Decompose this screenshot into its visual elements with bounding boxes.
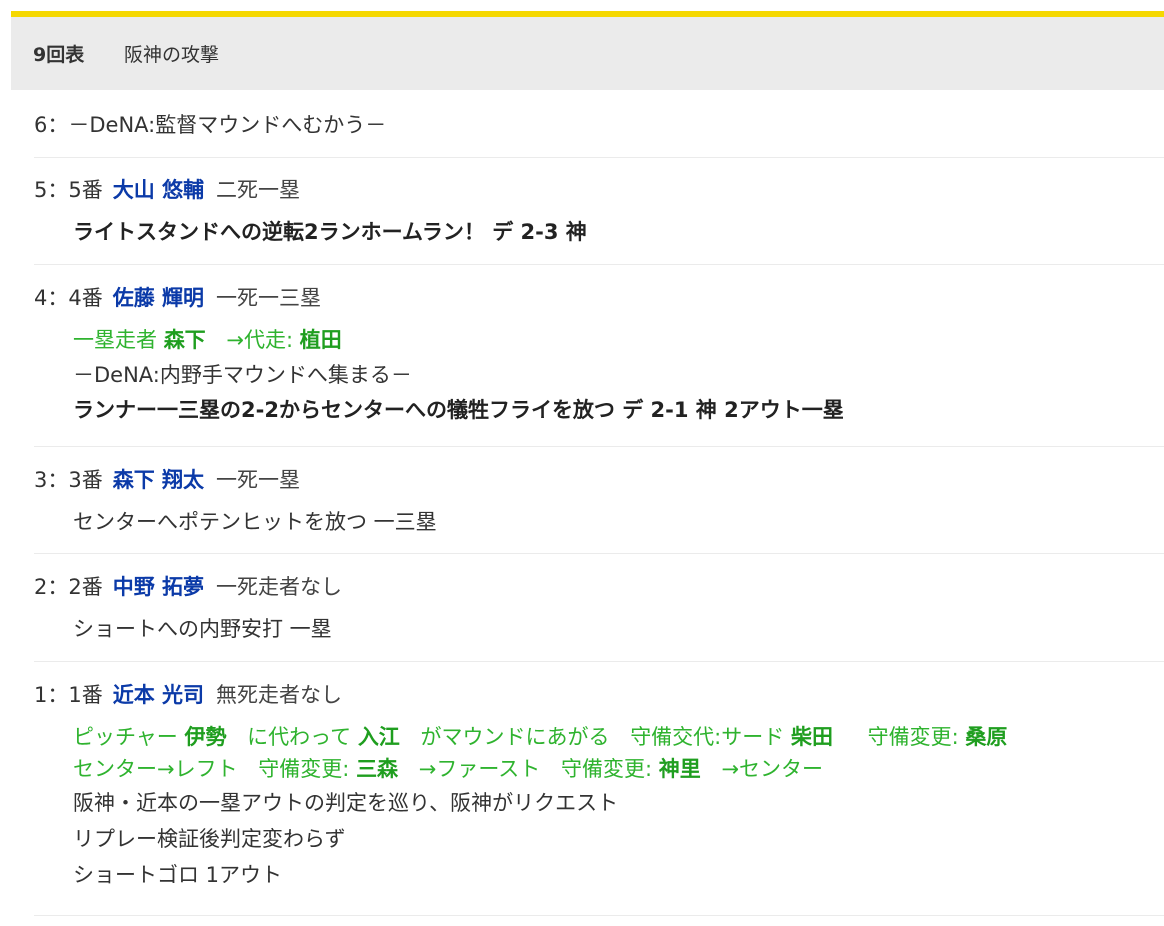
sub-text: がマウンドにあがる	[420, 725, 610, 749]
player-name: 桑原	[965, 725, 1008, 749]
base-situation: 二死一塁	[216, 178, 301, 202]
inning-header: 9回表 阪神の攻撃	[11, 11, 1164, 90]
player-name: 入江	[357, 725, 400, 749]
play-header: 4：4番 佐藤 輝明 一死一三塁	[34, 284, 1164, 312]
attack-team-label: 阪神の攻撃	[124, 44, 220, 66]
sub-text: に代わって	[247, 725, 352, 749]
sub-text: →センター	[721, 757, 824, 781]
batter-name[interactable]: 中野 拓夢	[113, 575, 204, 599]
sub-text: 守備交代:サード	[630, 725, 785, 749]
play-by-play-panel: 9回表 阪神の攻撃 6：－DeNA:監督マウンドへむかう－ 5：5番 大山 悠輔二…	[0, 0, 1164, 926]
base-situation: 一死一塁	[216, 468, 301, 492]
base-situation: 一死走者なし	[216, 575, 343, 599]
play-result: ランナー一三塁の2-2からセンターへの犠牲フライを放つ デ 2-1 神 2アウト…	[73, 398, 844, 422]
play-header: 2：2番 中野 拓夢 一死走者なし	[34, 573, 1164, 601]
play-result: ショートへの内野安打 一塁	[73, 617, 332, 641]
batter-name[interactable]: 森下 翔太	[113, 468, 204, 492]
player-name: 柴田	[790, 725, 833, 749]
play-item-6: 6：－DeNA:監督マウンドへむかう－	[34, 90, 1164, 158]
play-result: ショートゴロ 1アウト	[73, 863, 283, 887]
sub-text: →ファースト	[418, 757, 541, 781]
substitution-line: 一塁走者 森下 →代走: 植田	[73, 326, 1164, 354]
player-name: 三森	[356, 757, 399, 781]
player-name: 神里	[658, 757, 701, 781]
play-number: 6：	[34, 113, 69, 137]
sub-text: 守備変更:	[867, 725, 959, 749]
play-header: 6：－DeNA:監督マウンドへむかう－	[34, 111, 1164, 139]
play-note: リプレー検証後判定変わらず	[73, 827, 346, 851]
play-note: －DeNA:内野手マウンドへ集まる－	[73, 363, 412, 387]
substitution-line: ピッチャー 伊勢 に代わって 入江 がマウンドにあがる 守備交代:サード 柴田 …	[73, 723, 1164, 751]
play-number: 3：3番	[34, 468, 103, 492]
play-item-4: 4：4番 佐藤 輝明 一死一三塁 一塁走者 森下 →代走: 植田 －DeNA:内野手…	[34, 265, 1164, 447]
play-number: 4：4番	[34, 286, 103, 310]
substitution-line: センター→レフト 守備変更: 三森 →ファースト 守備変更: 神里 →センター	[73, 755, 1164, 783]
sub-text: →代走:	[226, 328, 294, 352]
batter-name[interactable]: 大山 悠輔	[113, 178, 204, 202]
play-number: 2：2番	[34, 575, 103, 599]
batter-name[interactable]: 近本 光司	[113, 683, 204, 707]
play-header: 3：3番 森下 翔太 一死一塁	[34, 466, 1164, 494]
play-list: 6：－DeNA:監督マウンドへむかう－ 5：5番 大山 悠輔 二死一塁 ライトスタン…	[34, 90, 1164, 916]
player-name: 森下	[163, 328, 206, 352]
play-item-5: 5：5番 大山 悠輔 二死一塁 ライトスタンドへの逆転2ランホームラン！ デ 2-3…	[34, 158, 1164, 265]
inning-label: 9回表	[33, 44, 85, 66]
play-header: 1：1番 近本 光司 無死走者なし	[34, 681, 1164, 709]
sub-text: 守備変更:	[560, 757, 653, 781]
base-situation: 一死一三塁	[216, 286, 322, 310]
play-header: 5：5番 大山 悠輔 二死一塁	[34, 176, 1164, 204]
play-number: 1：1番	[34, 683, 103, 707]
play-item-1: 1：1番 近本 光司 無死走者なし ピッチャー 伊勢 に代わって 入江 がマウンドに…	[34, 662, 1164, 916]
play-number: 5：5番	[34, 178, 103, 202]
sub-text: 守備変更:	[258, 757, 350, 781]
play-text: －DeNA:監督マウンドへむかう－	[68, 113, 387, 137]
player-name: 植田	[299, 328, 342, 352]
sub-text: ピッチャー	[73, 725, 178, 749]
play-result: センターへポテンヒットを放つ 一三塁	[73, 510, 437, 534]
base-situation: 無死走者なし	[216, 683, 343, 707]
play-result: ライトスタンドへの逆転2ランホームラン！ デ 2-3 神	[73, 220, 587, 244]
play-item-3: 3：3番 森下 翔太 一死一塁 センターへポテンヒットを放つ 一三塁	[34, 447, 1164, 554]
player-name: 伊勢	[184, 725, 227, 749]
sub-text: センター→レフト	[73, 757, 238, 781]
batter-name[interactable]: 佐藤 輝明	[113, 286, 204, 310]
play-note: 阪神・近本の一塁アウトの判定を巡り、阪神がリクエスト	[73, 791, 619, 815]
play-item-2: 2：2番 中野 拓夢 一死走者なし ショートへの内野安打 一塁	[34, 554, 1164, 662]
sub-text: 一塁走者	[73, 328, 157, 352]
